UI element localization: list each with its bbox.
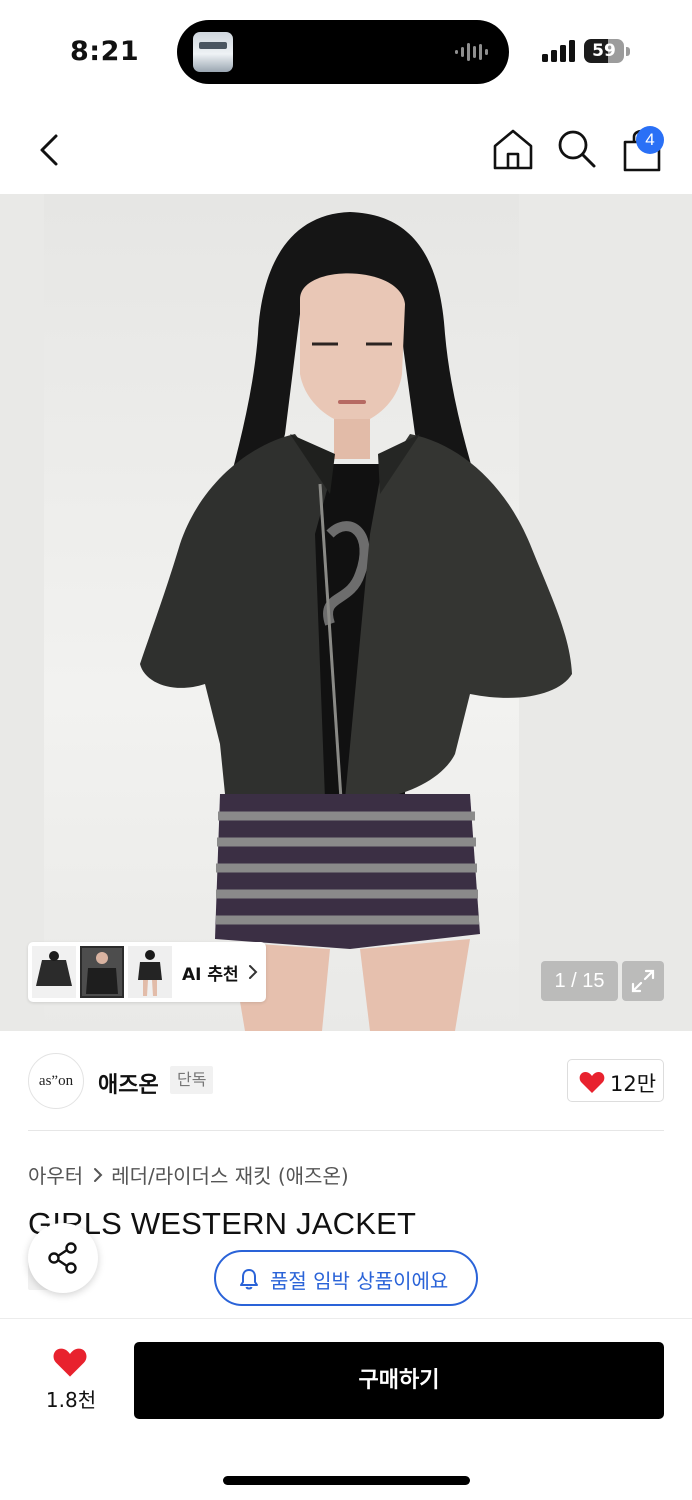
expand-image-button[interactable] — [622, 961, 664, 1001]
cart-count-badge[interactable]: 4 — [636, 126, 664, 154]
section-divider — [28, 1130, 664, 1131]
bell-icon — [240, 1269, 258, 1290]
battery-indicator: 59 — [584, 39, 630, 63]
chevron-right-icon — [249, 965, 258, 979]
brand-like-button[interactable]: 12만 — [567, 1059, 664, 1102]
brand-like-count: 12만 — [610, 1072, 657, 1096]
home-indicator[interactable] — [223, 1476, 470, 1485]
low-stock-label: 품절 임박 상품이에요 — [270, 1269, 449, 1293]
top-nav-bar — [0, 110, 692, 190]
now-playing-artwork — [193, 32, 233, 72]
breadcrumb-subcategory[interactable]: 레더/라이더스 재킷 (애즈온) — [111, 1164, 348, 1188]
thumbnail-image[interactable] — [80, 946, 124, 998]
dynamic-island[interactable] — [177, 20, 509, 84]
brand-row: as”on 애즈온 단독 12만 — [0, 1031, 692, 1131]
product-photo-model — [140, 212, 572, 1031]
heart-icon — [53, 1348, 87, 1377]
status-time: 8:21 — [70, 36, 140, 67]
wishlist-button[interactable]: 1.8천 — [28, 1340, 114, 1420]
share-icon — [48, 1242, 77, 1274]
chevron-left-icon[interactable] — [28, 128, 72, 172]
brand-name[interactable]: 애즈온 — [98, 1067, 159, 1099]
thumbnail-image[interactable] — [128, 946, 172, 998]
buy-button[interactable]: 구매하기 — [134, 1342, 664, 1419]
exclusive-badge: 단독 — [170, 1066, 214, 1094]
battery-icon: 59 — [584, 39, 624, 63]
audio-wave-icon — [455, 43, 488, 61]
chevron-right-icon — [94, 1167, 103, 1182]
thumbnail-jacket-icon — [36, 951, 72, 986]
battery-cap — [626, 47, 630, 56]
thumbnail-model-icon — [86, 952, 118, 994]
cellular-signal-icon — [542, 40, 575, 62]
home-icon[interactable] — [490, 126, 536, 172]
thumbnail-model-icon — [138, 950, 162, 996]
brand-logo[interactable]: as”on — [28, 1053, 84, 1109]
wishlist-count: 1.8천 — [45, 1388, 97, 1412]
image-counter: 1 / 15 — [541, 961, 618, 1001]
heart-icon — [579, 1072, 605, 1093]
low-stock-notice-button[interactable]: 품절 임박 상품이에요 — [214, 1250, 478, 1306]
thumbnail-image[interactable] — [32, 946, 76, 998]
ai-recommend-thumbnails[interactable]: AI 추천 — [28, 942, 266, 1002]
bottom-bar-divider — [0, 1318, 692, 1319]
status-bar: 8:21 59 — [0, 0, 692, 100]
battery-percent: 59 — [592, 41, 616, 61]
ai-recommend-label[interactable]: AI 추천 — [182, 960, 239, 985]
breadcrumb-category[interactable]: 아우터 — [28, 1164, 83, 1188]
share-button[interactable] — [28, 1223, 98, 1293]
search-icon[interactable] — [554, 126, 600, 172]
breadcrumb: 아우터 레더/라이더스 재킷 (애즈온) — [28, 1160, 349, 1190]
expand-icon — [631, 969, 655, 993]
product-image-gallery[interactable] — [0, 194, 692, 1031]
